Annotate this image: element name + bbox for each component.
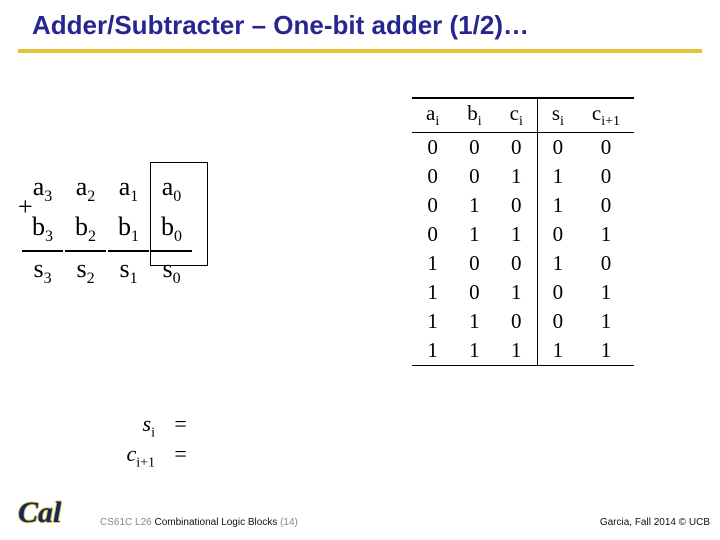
footer-left: CS61C L26 Combinational Logic Blocks (14…	[100, 517, 298, 528]
truth-header-row: ai bi ci si ci+1	[412, 98, 634, 133]
slide-title: Adder/Subtracter – One-bit adder (1/2)…	[32, 10, 720, 41]
addition-layout: + a3 a2 a1 a0 b3 b2 b1 b0 s3 s2 s1	[20, 168, 330, 293]
title-area: Adder/Subtracter – One-bit adder (1/2)…	[0, 0, 720, 41]
slide: Adder/Subtracter – One-bit adder (1/2)… …	[0, 0, 720, 540]
course-code: CS61C L26	[100, 517, 154, 528]
equations: si = ci+1 =	[95, 411, 188, 471]
truth-body: 00000 00110 01010 01101 10010 10101 1100…	[412, 133, 634, 366]
footer: Cal CS61C L26 Combinational Logic Blocks…	[0, 492, 720, 532]
column-highlight-box	[150, 162, 208, 266]
eqn-ci1: ci+1 =	[95, 441, 188, 471]
page-number: (14)	[277, 517, 298, 528]
truth-table: ai bi ci si ci+1 00000 00110 01010 01101…	[412, 97, 634, 366]
eqn-si: si =	[95, 411, 188, 441]
cal-logo: Cal	[18, 496, 61, 530]
plus-sign: +	[18, 192, 33, 222]
footer-right: Garcia, Fall 2014 © UCB	[600, 517, 710, 528]
lecture-name: Combinational Logic Blocks	[154, 517, 277, 528]
title-rule	[18, 49, 702, 53]
